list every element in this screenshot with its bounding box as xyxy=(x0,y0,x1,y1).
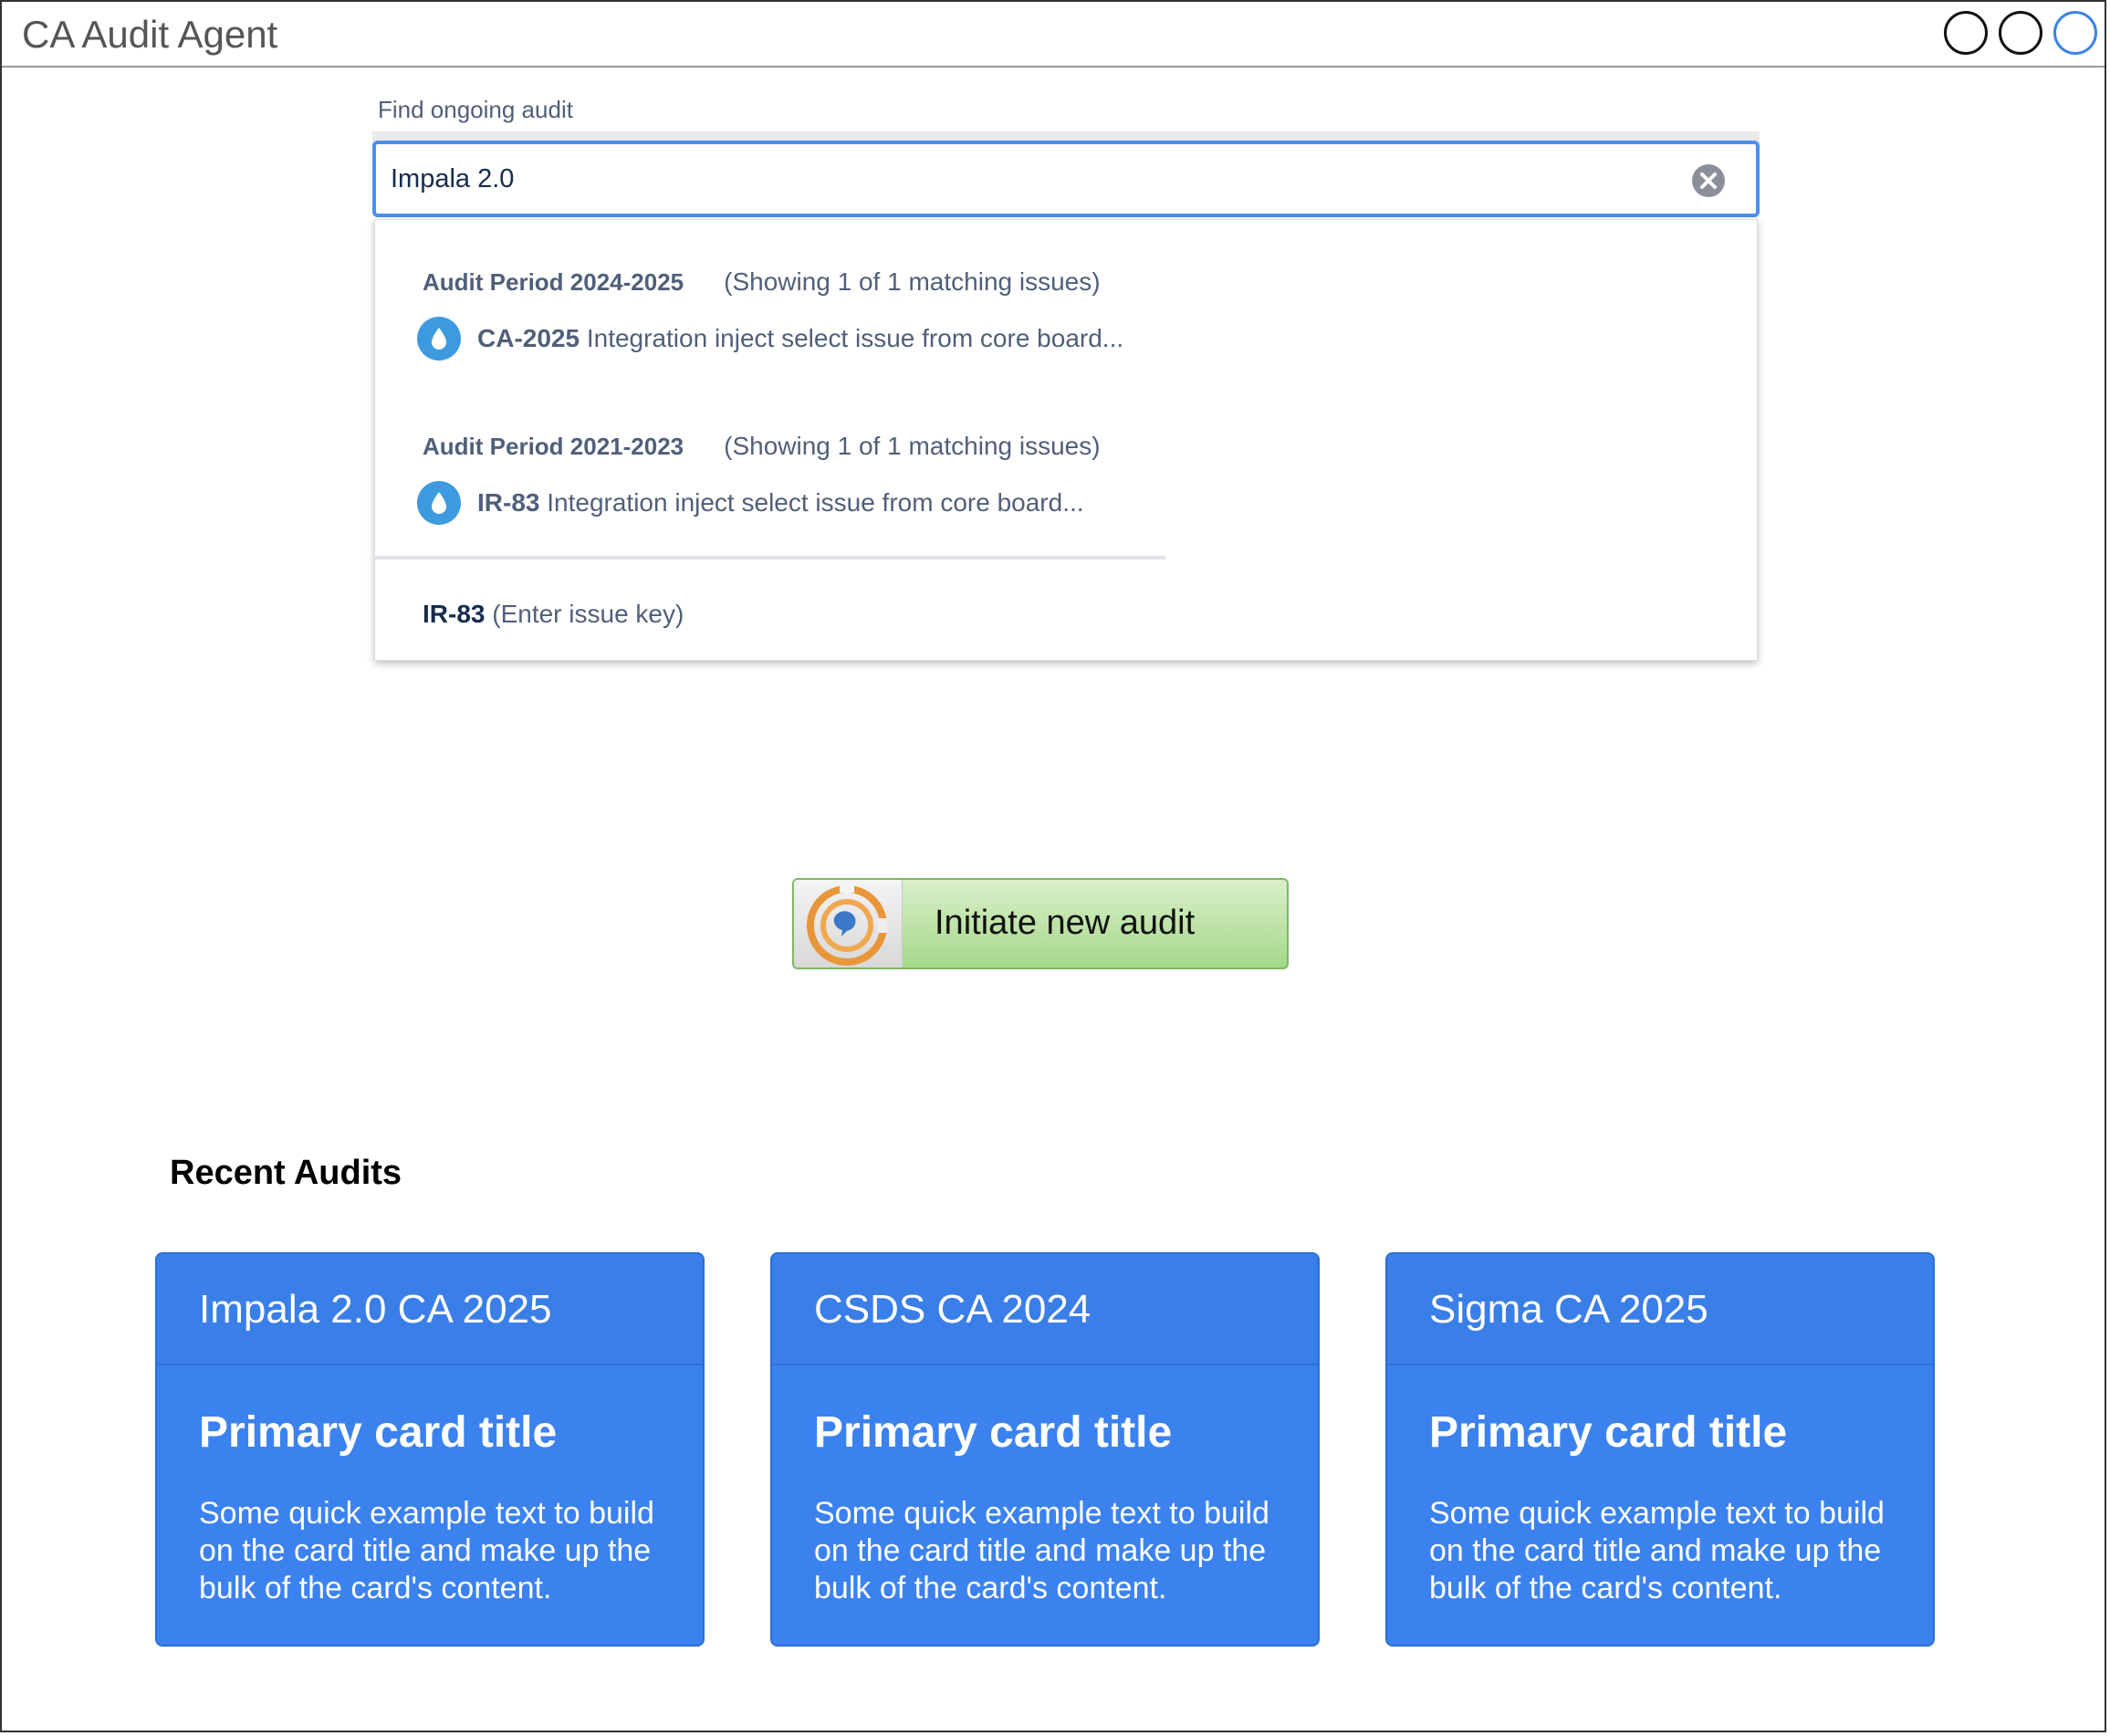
drop-icon xyxy=(417,317,461,361)
card-title: Primary card title xyxy=(1429,1408,1788,1457)
search-box[interactable] xyxy=(372,141,1760,217)
result-text: CA-2025 Integration inject select issue … xyxy=(477,324,1123,353)
app-window: CA Audit Agent Find ongoing audit Audit … xyxy=(0,0,2106,1732)
card-header: CSDS CA 2024 xyxy=(772,1254,1318,1365)
result-group-header: Audit Period 2024-2025 (Showing 1 of 1 ma… xyxy=(423,267,1101,297)
card-title: Primary card title xyxy=(814,1408,1173,1457)
recent-audits-heading: Recent Audits xyxy=(170,1154,402,1192)
enter-issue-key-option[interactable]: IR-83 (Enter issue key) xyxy=(423,600,684,629)
enter-key-hint: (Enter issue key) xyxy=(492,600,684,628)
card-title: Primary card title xyxy=(199,1408,558,1457)
app-title: CA Audit Agent xyxy=(22,13,278,56)
initiate-button-label: Initiate new audit xyxy=(935,904,1196,942)
result-text: IR-83 Integration inject select issue fr… xyxy=(477,488,1084,518)
group-count: (Showing 1 of 1 matching issues) xyxy=(724,267,1101,296)
search-results-dropdown: Audit Period 2024-2025 (Showing 1 of 1 ma… xyxy=(374,219,1758,661)
result-summary: Integration inject select issue from cor… xyxy=(586,324,1124,352)
result-summary: Integration inject select issue from cor… xyxy=(547,488,1084,517)
window-control-1[interactable] xyxy=(1944,11,1988,55)
dropdown-divider xyxy=(375,556,1165,559)
card-header: Sigma CA 2025 xyxy=(1387,1254,1933,1365)
result-key: CA-2025 xyxy=(477,324,580,352)
card-header-text: CSDS CA 2024 xyxy=(814,1287,1092,1332)
card-header: Impala 2.0 CA 2025 xyxy=(157,1254,703,1365)
window-control-3[interactable] xyxy=(2053,11,2097,55)
search-input[interactable] xyxy=(391,157,1668,201)
card-header-text: Sigma CA 2025 xyxy=(1429,1287,1708,1332)
group-period: Audit Period 2021-2023 xyxy=(423,433,684,460)
card-text: Some quick example text to build on the … xyxy=(1429,1496,1885,1605)
audit-card[interactable]: Impala 2.0 CA 2025 Primary card title So… xyxy=(155,1252,705,1647)
initiate-icon-area xyxy=(794,880,903,967)
window-control-2[interactable] xyxy=(1999,11,2042,55)
search-label: Find ongoing audit xyxy=(378,96,573,123)
initiate-audit-button[interactable]: Initiate new audit xyxy=(792,878,1289,969)
result-group-header: Audit Period 2021-2023 (Showing 1 of 1 ma… xyxy=(423,432,1101,461)
card-text: Some quick example text to build on the … xyxy=(814,1496,1269,1605)
close-icon xyxy=(1700,173,1717,189)
group-period: Audit Period 2024-2025 xyxy=(423,268,684,296)
clear-search-button[interactable] xyxy=(1692,164,1725,197)
audit-card[interactable]: Sigma CA 2025 Primary card title Some qu… xyxy=(1385,1252,1935,1647)
drop-icon xyxy=(417,481,461,525)
enter-key-value: IR-83 xyxy=(423,600,486,628)
result-key: IR-83 xyxy=(477,488,540,517)
audit-target-icon xyxy=(807,884,887,966)
card-text: Some quick example text to build on the … xyxy=(199,1496,654,1605)
group-count: (Showing 1 of 1 matching issues) xyxy=(724,432,1101,460)
title-bar: CA Audit Agent xyxy=(2,2,2105,68)
card-header-text: Impala 2.0 CA 2025 xyxy=(199,1287,552,1332)
audit-card[interactable]: CSDS CA 2024 Primary card title Some qui… xyxy=(770,1252,1320,1647)
